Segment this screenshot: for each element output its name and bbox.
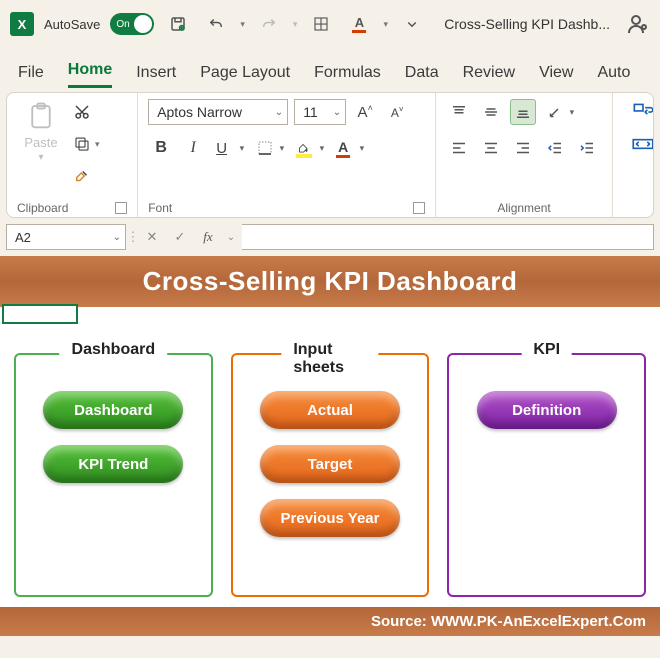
format-painter-icon[interactable] [71, 165, 93, 187]
decrease-font-icon[interactable]: A˅ [384, 99, 410, 125]
panel-dashboard: Dashboard Dashboard KPI Trend [14, 353, 213, 597]
wrap-text-icon[interactable] [623, 99, 654, 125]
panel-dashboard-title: Dashboard [60, 341, 168, 359]
copy-icon[interactable] [71, 133, 93, 155]
italic-button[interactable]: I [180, 135, 206, 161]
font-name-combo[interactable]: Aptos Narrow ⌄ [148, 99, 288, 125]
tab-page-layout[interactable]: Page Layout [200, 64, 290, 88]
decrease-indent-icon[interactable] [542, 135, 568, 161]
tab-home[interactable]: Home [68, 61, 112, 88]
redo-dropdown-icon[interactable]: ▾ [293, 19, 298, 30]
ribbon-tabs: File Home Insert Page Layout Formulas Da… [0, 48, 660, 88]
font-color-button[interactable]: A▾ [332, 135, 366, 161]
redo-icon[interactable] [255, 10, 283, 38]
cancel-formula-icon[interactable]: ✕ [140, 225, 164, 249]
chevron-down-icon: ▾ [38, 152, 43, 163]
panel-input-title: Input sheets [281, 341, 378, 377]
chevron-down-icon: ⌄ [333, 107, 341, 118]
formula-bar-row: A2 ⌄ ⋮ ✕ ✓ fx ⌄ [0, 218, 660, 252]
autosave-toggle[interactable]: On [110, 13, 154, 35]
panel-input-sheets: Input sheets Actual Target Previous Year [231, 353, 430, 597]
font-group-label: Font [148, 201, 172, 215]
qat-customize-icon[interactable] [398, 10, 426, 38]
cut-icon[interactable] [71, 101, 93, 123]
account-icon[interactable] [626, 12, 650, 36]
align-bottom-icon[interactable] [510, 99, 536, 125]
copy-dropdown-icon[interactable]: ▾ [95, 139, 100, 150]
clipboard-group-label: Clipboard [17, 201, 68, 215]
button-previous-year[interactable]: Previous Year [260, 499, 400, 537]
tab-formulas[interactable]: Formulas [314, 64, 381, 88]
autosave-state: On [116, 19, 129, 30]
alignment-group-label: Alignment [497, 201, 550, 215]
chevron-down-icon: ⌄ [275, 107, 283, 118]
align-middle-icon[interactable] [478, 99, 504, 125]
fill-color-button[interactable]: ▾ [292, 135, 326, 161]
paste-button[interactable]: Paste ▾ [17, 99, 65, 163]
align-right-icon[interactable] [510, 135, 536, 161]
enter-formula-icon[interactable]: ✓ [168, 225, 192, 249]
tab-automate[interactable]: Auto [597, 64, 630, 88]
autosave-label: AutoSave [44, 17, 100, 32]
bold-button[interactable]: B [148, 135, 174, 161]
font-size-combo[interactable]: 11 ⌄ [294, 99, 346, 125]
merge-center-icon[interactable] [623, 131, 654, 157]
align-top-icon[interactable] [446, 99, 472, 125]
tab-data[interactable]: Data [405, 64, 439, 88]
button-kpi-trend[interactable]: KPI Trend [43, 445, 183, 483]
formula-input[interactable] [242, 224, 654, 250]
tab-insert[interactable]: Insert [136, 64, 176, 88]
group-clipboard: Paste ▾ ▾ Clipboard [7, 93, 138, 217]
font-launcher-icon[interactable] [413, 202, 425, 214]
align-left-icon[interactable] [446, 135, 472, 161]
font-name-value: Aptos Narrow [157, 104, 242, 120]
undo-icon[interactable] [202, 10, 230, 38]
font-size-value: 11 [303, 104, 318, 120]
fx-dropdown-icon[interactable]: ⌄ [224, 225, 238, 249]
align-center-icon[interactable] [478, 135, 504, 161]
dashboard-title: Cross-Selling KPI Dashboard [0, 256, 660, 307]
font-color-qat-dropdown-icon[interactable]: ▾ [383, 19, 388, 30]
borders-button[interactable]: ▾ [252, 135, 286, 161]
button-dashboard[interactable]: Dashboard [43, 391, 183, 429]
save-icon[interactable] [164, 10, 192, 38]
group-wrap-partial [613, 93, 653, 217]
button-definition[interactable]: Definition [477, 391, 617, 429]
dashboard-panels: Dashboard Dashboard KPI Trend Input shee… [0, 307, 660, 607]
document-title: Cross-Selling KPI Dashb... [444, 16, 610, 32]
toggle-knob [134, 15, 152, 33]
group-font: Aptos Narrow ⌄ 11 ⌄ A˄ A˅ B I U▾ ▾ [138, 93, 436, 217]
chevron-down-icon: ⌄ [113, 232, 121, 243]
panel-kpi: KPI Definition [447, 353, 646, 597]
undo-dropdown-icon[interactable]: ▾ [240, 19, 245, 30]
divider: ⋮ [130, 226, 136, 248]
button-actual[interactable]: Actual [260, 391, 400, 429]
group-alignment: ▾ Alignment [436, 93, 613, 217]
tab-file[interactable]: File [18, 64, 44, 88]
title-bar: X AutoSave On ▾ ▾ A ▾ Cross-Selling KPI … [0, 0, 660, 48]
tab-review[interactable]: Review [463, 64, 515, 88]
active-cell-a2[interactable] [2, 304, 78, 324]
name-box-value: A2 [15, 230, 31, 245]
underline-button[interactable]: U▾ [212, 135, 246, 161]
dashboard-footer: Source: WWW.PK-AnExcelExpert.Com [0, 607, 660, 636]
increase-indent-icon[interactable] [574, 135, 600, 161]
button-target[interactable]: Target [260, 445, 400, 483]
name-box[interactable]: A2 ⌄ [6, 224, 126, 250]
font-color-qat-icon[interactable]: A [345, 10, 373, 38]
tab-view[interactable]: View [539, 64, 573, 88]
excel-app-icon: X [10, 12, 34, 36]
worksheet-area[interactable]: Cross-Selling KPI Dashboard Dashboard Da… [0, 256, 660, 636]
clipboard-launcher-icon[interactable] [115, 202, 127, 214]
panel-kpi-title: KPI [521, 341, 572, 359]
ribbon: Paste ▾ ▾ Clipboard Aptos Narrow ⌄ [6, 92, 654, 218]
paste-label: Paste [24, 135, 57, 150]
orientation-icon[interactable]: ▾ [542, 99, 576, 125]
borders-qat-icon[interactable] [307, 10, 335, 38]
fx-icon[interactable]: fx [196, 225, 220, 249]
increase-font-icon[interactable]: A˄ [352, 99, 378, 125]
